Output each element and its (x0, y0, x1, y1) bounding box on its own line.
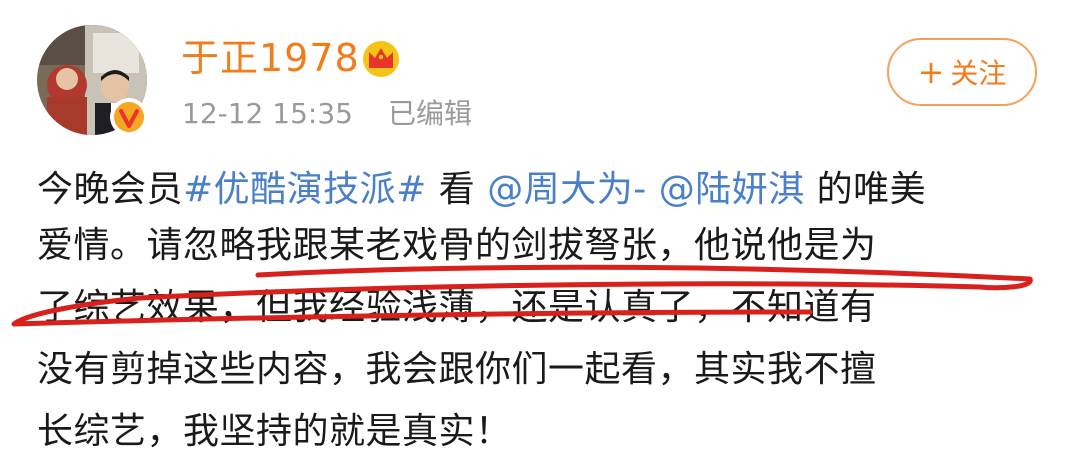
post-line: 爱情。请忽略我跟某老戏骨的剑拔弩张，他说他是为 (37, 225, 877, 266)
post-line: 没有剪掉这些内容，我会跟你们一起看，其实我不擅 (37, 349, 877, 390)
text-span (647, 169, 659, 210)
mention-link[interactable]: @周大为- (487, 169, 647, 210)
edited-label: 已编辑 (388, 97, 473, 130)
hashtag-link[interactable]: #优酷演技派# (183, 169, 427, 210)
mention-link[interactable]: @陆妍淇 (659, 169, 805, 210)
post-line: 今晚会员#优酷演技派# 看 @周大为- @陆妍淇 的唯美 (37, 162, 926, 218)
weibo-post: 于正1978 12-12 15:35 已编辑 + 关注 今晚会员#优酷演技派# … (0, 0, 1080, 453)
text-span: 的唯美 (804, 169, 927, 210)
username[interactable]: 于正1978 (181, 32, 360, 84)
post-line: 长综艺，我坚持的就是真实！ (37, 411, 512, 452)
crown-icon (360, 38, 402, 78)
plus-icon: + (917, 53, 945, 91)
text-span: 今晚会员 (37, 169, 184, 210)
post-line: 了综艺效果，但我经验浅薄，还是认真了，不知道有 (37, 287, 877, 328)
text-span: 看 (426, 169, 488, 210)
verified-v-icon (110, 98, 148, 136)
post-timestamp: 12-12 15:35 (182, 97, 353, 130)
follow-label: 关注 (950, 57, 1007, 90)
follow-button[interactable]: + 关注 (887, 38, 1037, 106)
